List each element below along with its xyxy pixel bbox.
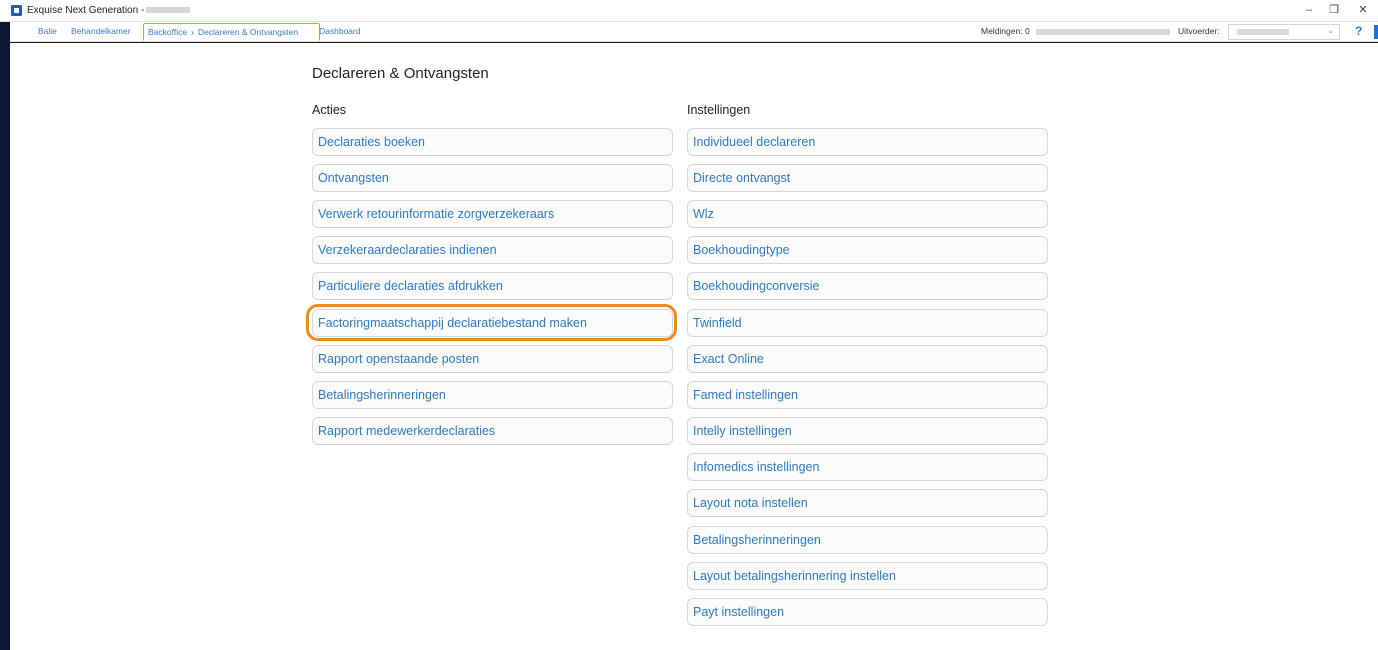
setting-exact-online[interactable]: Exact Online bbox=[687, 345, 1048, 373]
nav-backoffice[interactable]: Backoffice bbox=[148, 27, 187, 37]
redacted-user bbox=[1036, 29, 1170, 35]
setting-infomedics[interactable]: Infomedics instellingen bbox=[687, 453, 1048, 481]
setting-boekhoudingtype[interactable]: Boekhoudingtype bbox=[687, 236, 1048, 264]
breadcrumb-separator-icon: › bbox=[191, 27, 194, 37]
action-verwerk-retourinformatie[interactable]: Verwerk retourinformatie zorgverzekeraar… bbox=[312, 200, 673, 228]
setting-layout-betalingsherinnering[interactable]: Layout betalingsherinnering instellen bbox=[687, 562, 1048, 590]
action-particuliere-declaraties[interactable]: Particuliere declaraties afdrukken bbox=[312, 272, 673, 300]
acties-heading: Acties bbox=[312, 103, 347, 117]
action-rapport-medewerkerdeclaraties[interactable]: Rapport medewerkerdeclaraties bbox=[312, 417, 673, 445]
setting-payt[interactable]: Payt instellingen bbox=[687, 598, 1048, 626]
minimize-button[interactable]: – bbox=[1298, 2, 1320, 18]
nav-dashboard[interactable]: Dashboard bbox=[319, 26, 361, 36]
window-title: Exquise Next Generation - bbox=[27, 5, 191, 16]
app-window: Exquise Next Generation - – ❐ ✕ Balie Be… bbox=[0, 0, 1378, 650]
action-ontvangsten[interactable]: Ontvangsten bbox=[312, 164, 673, 192]
title-bar: Exquise Next Generation - – ❐ ✕ bbox=[0, 0, 1378, 22]
setting-betalingsherinneringen[interactable]: Betalingsherinneringen bbox=[687, 526, 1048, 554]
setting-individueel-declareren[interactable]: Individueel declareren bbox=[687, 128, 1048, 156]
restore-button[interactable]: ❐ bbox=[1323, 2, 1345, 18]
action-betalingsherinneringen[interactable]: Betalingsherinneringen bbox=[312, 381, 673, 409]
instellingen-heading: Instellingen bbox=[687, 103, 751, 117]
help-icon[interactable]: ? bbox=[1355, 24, 1362, 38]
setting-famed[interactable]: Famed instellingen bbox=[687, 381, 1048, 409]
uitvoerder-label: Uitvoerder: bbox=[1178, 26, 1220, 36]
main-content: Declareren & Ontvangsten Acties Instelli… bbox=[10, 43, 1378, 650]
setting-twinfield[interactable]: Twinfield bbox=[687, 309, 1048, 337]
setting-intelly[interactable]: Intelly instellingen bbox=[687, 417, 1048, 445]
setting-wlz[interactable]: Wlz bbox=[687, 200, 1048, 228]
nav-balie[interactable]: Balie bbox=[38, 26, 57, 36]
setting-directe-ontvangst[interactable]: Directe ontvangst bbox=[687, 164, 1048, 192]
close-button[interactable]: ✕ bbox=[1352, 2, 1374, 18]
nav-current[interactable]: Declareren & Ontvangsten bbox=[198, 27, 298, 37]
action-rapport-openstaande-posten[interactable]: Rapport openstaande posten bbox=[312, 345, 673, 373]
meldingen-count[interactable]: Meldingen: 0 bbox=[981, 26, 1030, 36]
chevron-down-icon: ⌄ bbox=[1327, 26, 1334, 35]
redacted-uitvoerder bbox=[1237, 29, 1289, 35]
window-title-text: Exquise Next Generation - bbox=[27, 5, 145, 16]
action-factoringmaatschappij[interactable]: Factoringmaatschappij declaratiebestand … bbox=[312, 309, 673, 337]
action-declaraties-boeken[interactable]: Declaraties boeken bbox=[312, 128, 673, 156]
redacted-title bbox=[146, 7, 191, 14]
uitvoerder-select[interactable]: ⌄ bbox=[1228, 24, 1340, 40]
setting-layout-nota[interactable]: Layout nota instellen bbox=[687, 489, 1048, 517]
breadcrumb: Backoffice › Declareren & Ontvangsten bbox=[143, 23, 320, 41]
nav-bar: Balie Behandelkamer Backoffice › Declarere… bbox=[10, 22, 1378, 42]
app-logo-icon bbox=[11, 5, 22, 16]
side-panel-edge bbox=[1374, 25, 1378, 39]
setting-boekhoudingconversie[interactable]: Boekhoudingconversie bbox=[687, 272, 1048, 300]
action-verzekeraardeclaraties[interactable]: Verzekeraardeclaraties indienen bbox=[312, 236, 673, 264]
nav-behandelkamer[interactable]: Behandelkamer bbox=[71, 26, 131, 36]
page-title: Declareren & Ontvangsten bbox=[312, 65, 489, 82]
